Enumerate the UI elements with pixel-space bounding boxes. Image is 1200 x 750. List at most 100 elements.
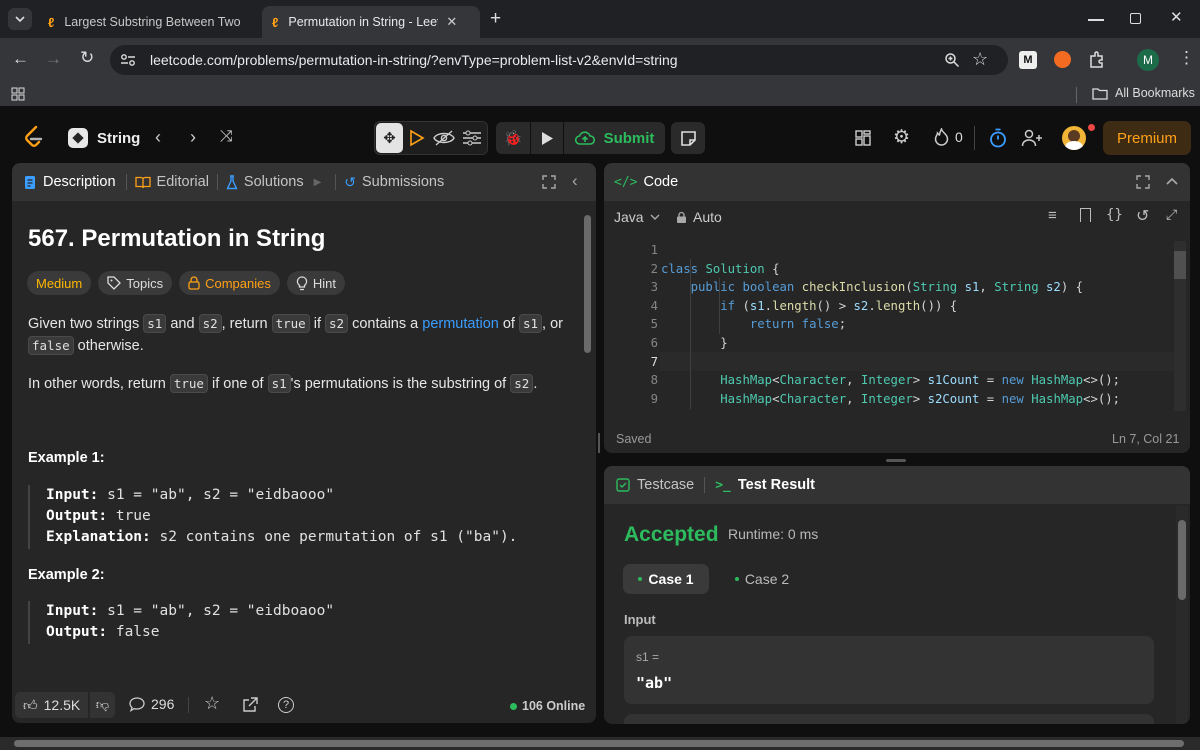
page-horizontal-scrollbar[interactable] [0,737,1200,750]
topics-button[interactable]: Topics [98,271,173,295]
code-panel: </> Code Java Auto ≡ {} ↺ ⤢ 1 2 3 4 5 6 7 8 9 cl… [604,163,1190,453]
reload-icon[interactable]: ↻ [80,48,94,68]
close-window-button[interactable]: ✕ [1170,8,1183,26]
hint-button[interactable]: Hint [286,271,345,295]
reset-icon[interactable]: ↺ [1136,206,1149,226]
vertical-resizer[interactable] [598,433,600,453]
text: otherwise. [73,338,144,354]
chevron-down-icon [650,214,660,220]
back-icon[interactable]: ← [12,49,29,69]
tab-description[interactable]: Description [24,174,116,190]
input-box-next [624,714,1154,724]
add-user-icon[interactable] [1021,129,1043,147]
output-key: Output: [46,624,108,640]
timer-icon[interactable] [989,128,1007,148]
notification-dot [1088,124,1095,131]
leetcode-logo-icon[interactable] [22,125,44,150]
tab-submissions[interactable]: ↺ Submissions [344,174,444,191]
premium-button[interactable]: Premium [1103,121,1191,155]
layout-icon[interactable] [855,130,871,146]
profile-avatar[interactable]: M [1137,49,1159,71]
address-bar[interactable]: leetcode.com/problems/permutation-in-str… [110,45,1008,75]
tab-testcase[interactable]: Testcase [616,477,694,493]
format-icon[interactable]: ≡ [1048,207,1057,224]
settings-gear-icon[interactable]: ⚙ [893,126,910,149]
new-tab-button[interactable]: + [490,8,501,30]
next-problem-icon[interactable]: › [190,127,196,148]
braces-icon[interactable]: {} [1106,207,1123,223]
extension-orange-icon[interactable] [1054,51,1071,68]
submit-button[interactable]: Submit [564,122,665,154]
result-scrollbar[interactable] [1176,506,1188,724]
browser-menu-icon[interactable]: ⋮ [1178,48,1195,68]
help-icon[interactable]: ? [278,697,294,713]
bookmark-icon[interactable] [1080,208,1091,222]
save-status: Saved [616,432,652,446]
bookmark-star-icon[interactable]: ☆ [972,49,988,70]
drag-handle-icon[interactable]: ✥ [376,123,403,153]
output-value: true [107,508,151,524]
forward-icon[interactable]: → [45,49,62,69]
text: , or [542,316,563,332]
case-1-tab[interactable]: Case 1 [623,564,709,594]
eye-off-icon[interactable] [433,130,455,146]
close-icon[interactable]: ✕ [446,14,457,30]
debug-button[interactable]: 🐞 [496,122,530,154]
code-scrollbar[interactable] [1174,241,1186,411]
streak-count: 0 [955,129,963,145]
zoom-icon[interactable] [944,52,960,68]
folder-icon [1092,87,1108,100]
tab-editorial[interactable]: Editorial [134,174,209,190]
minimize-button[interactable] [1088,19,1104,21]
collapse-chevron-icon[interactable]: ‹ [572,171,578,191]
book-icon [134,176,151,188]
bookmarks-divider [1076,87,1077,103]
user-avatar[interactable] [1062,126,1086,150]
restore-button[interactable] [1130,13,1141,24]
dislike-button[interactable]: 👎︎ [89,692,115,718]
notes-button[interactable] [671,122,705,154]
all-bookmarks-button[interactable]: All Bookmarks [1092,86,1195,100]
input-box: s1 = "ab" [624,636,1154,704]
code-true: true [169,374,208,393]
auto-mode-toggle[interactable]: Auto [676,209,722,225]
code-panel-header: </> Code [604,163,1190,201]
fullscreen-icon[interactable]: ⤢ [1166,206,1177,223]
problem-list-button[interactable]: String [68,128,140,148]
online-count: 106 Online [522,699,586,713]
maximize-icon[interactable] [542,175,556,189]
extensions-puzzle-icon[interactable] [1088,50,1107,69]
prev-problem-icon[interactable]: ‹ [155,127,161,148]
run-outline-icon[interactable] [408,129,425,147]
code-line: HashMap<Character, Integer> s1Count = ne… [720,373,1121,388]
tab-search-button[interactable] [8,8,32,30]
streak-counter[interactable]: 0 [934,128,963,146]
browser-tab-1[interactable]: ℓ Largest Substring Between Two [38,6,260,38]
comments-button[interactable]: 296 [129,696,174,712]
shuffle-icon[interactable]: ⤨ [220,128,233,146]
horizontal-resizer[interactable] [886,459,906,462]
settings-sliders-icon[interactable] [462,130,482,146]
code-editor[interactable]: class Solution { public boolean checkInc… [661,241,1171,408]
description-scrollbar[interactable] [584,215,591,353]
browser-tab-2[interactable]: ℓ Permutation in String - LeetCode ✕ [262,6,480,38]
tab-test-result[interactable]: >_ Test Result [715,477,815,493]
code-s1: s1 [267,374,291,393]
language-select[interactable]: Java [614,209,660,225]
statement-paragraph-1: Given two strings s1 and s2, return true… [28,313,568,357]
collapse-up-icon[interactable] [1166,177,1178,186]
maximize-icon[interactable] [1136,175,1150,189]
tab-solutions[interactable]: Solutions ▶ [226,174,321,190]
problem-title: 567. Permutation in String [28,225,326,252]
share-icon[interactable] [242,697,258,713]
permutation-link[interactable]: permutation [422,316,499,332]
favorite-star-icon[interactable]: ☆ [204,693,220,714]
case-2-tab[interactable]: Case 2 [722,564,802,594]
like-button[interactable]: 👍︎ 12.5K [15,692,89,718]
run-button[interactable] [531,122,563,154]
extension-medium-icon[interactable]: M [1019,51,1037,69]
site-settings-icon[interactable] [120,53,136,67]
companies-button[interactable]: Companies [179,271,280,295]
apps-grid-icon[interactable] [11,87,25,101]
example-2-output: Output: false [46,622,334,643]
